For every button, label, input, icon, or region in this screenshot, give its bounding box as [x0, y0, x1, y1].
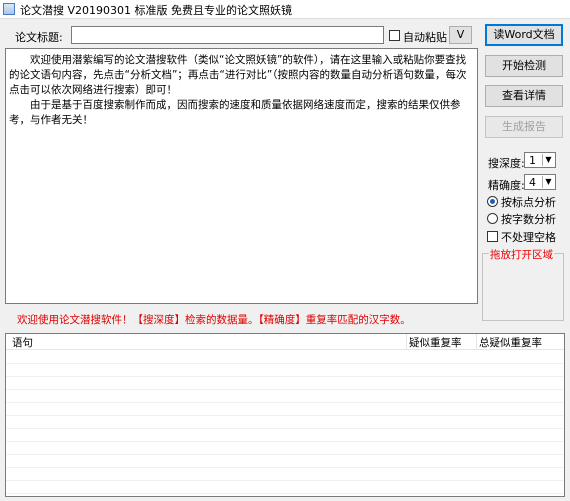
- col-similarity[interactable]: 疑似重复率: [409, 335, 462, 350]
- auto-paste-checkbox[interactable]: [389, 30, 400, 41]
- radio-count-label: 按字数分析: [501, 213, 556, 226]
- title-input[interactable]: [71, 26, 384, 44]
- read-word-button[interactable]: 读Word文档: [485, 24, 563, 46]
- radio-punct[interactable]: [487, 196, 498, 207]
- title-label: 论文标题:: [15, 31, 63, 44]
- table-row: [6, 429, 564, 442]
- hint-text: 欢迎使用论文潜搜软件！【搜深度】检索的数据量。【精确度】重复率匹配的汉字数。: [17, 314, 411, 326]
- app-icon: [3, 3, 15, 15]
- grid-header: 语句 疑似重复率 总疑似重复率: [6, 334, 564, 350]
- generate-report-button[interactable]: 生成报告: [485, 116, 563, 138]
- depth-value: 1: [529, 154, 536, 167]
- table-row: [6, 481, 564, 494]
- no-space-label: 不处理空格: [501, 231, 556, 244]
- precision-value: 4: [529, 176, 536, 189]
- chevron-down-icon: ▼: [542, 154, 554, 166]
- results-grid[interactable]: 语句 疑似重复率 总疑似重复率: [5, 333, 565, 497]
- title-bar: 论文潜搜 V20190301 标准版 免费且专业的论文照妖镜: [0, 0, 570, 19]
- drop-zone-label: 拖放打开区域: [489, 247, 554, 262]
- precision-label: 精确度:: [488, 179, 525, 192]
- paragraph-1: 欢迎使用潜紫编写的论文潜搜软件（类似“论文照妖镜”的软件），请在这里输入或粘贴你…: [9, 54, 467, 96]
- no-space-checkbox[interactable]: [487, 231, 498, 242]
- precision-select[interactable]: 4 ▼: [524, 174, 556, 190]
- window-title: 论文潜搜 V20190301 标准版 免费且专业的论文照妖镜: [20, 4, 293, 17]
- col-sentence[interactable]: 语句: [12, 335, 33, 350]
- table-row: [6, 468, 564, 481]
- table-row: [6, 403, 564, 416]
- table-row: [6, 390, 564, 403]
- table-row: [6, 364, 564, 377]
- view-detail-button[interactable]: 查看详情: [485, 85, 563, 107]
- col-total-similarity[interactable]: 总疑似重复率: [479, 335, 542, 350]
- start-check-button[interactable]: 开始检测: [485, 55, 563, 77]
- drop-zone[interactable]: 拖放打开区域: [482, 247, 564, 321]
- table-row: [6, 351, 564, 364]
- paragraph-2: 由于是基于百度搜索制作而成，因而搜索的速度和质量依据网络速度而定，搜索的结果仅供…: [9, 99, 461, 126]
- table-row: [6, 416, 564, 429]
- radio-punct-label: 按标点分析: [501, 196, 556, 209]
- table-row: [6, 377, 564, 390]
- table-row: [6, 442, 564, 455]
- col-divider: [406, 334, 407, 350]
- content-textarea[interactable]: 欢迎使用潜紫编写的论文潜搜软件（类似“论文照妖镜”的软件），请在这里输入或粘贴你…: [5, 48, 478, 304]
- depth-label: 搜深度:: [488, 157, 525, 170]
- v-button[interactable]: V: [449, 26, 472, 44]
- depth-select[interactable]: 1 ▼: [524, 152, 556, 168]
- col-divider: [476, 334, 477, 350]
- radio-count[interactable]: [487, 213, 498, 224]
- table-row: [6, 455, 564, 468]
- auto-paste-label: 自动粘贴: [403, 31, 447, 44]
- chevron-down-icon: ▼: [542, 176, 554, 188]
